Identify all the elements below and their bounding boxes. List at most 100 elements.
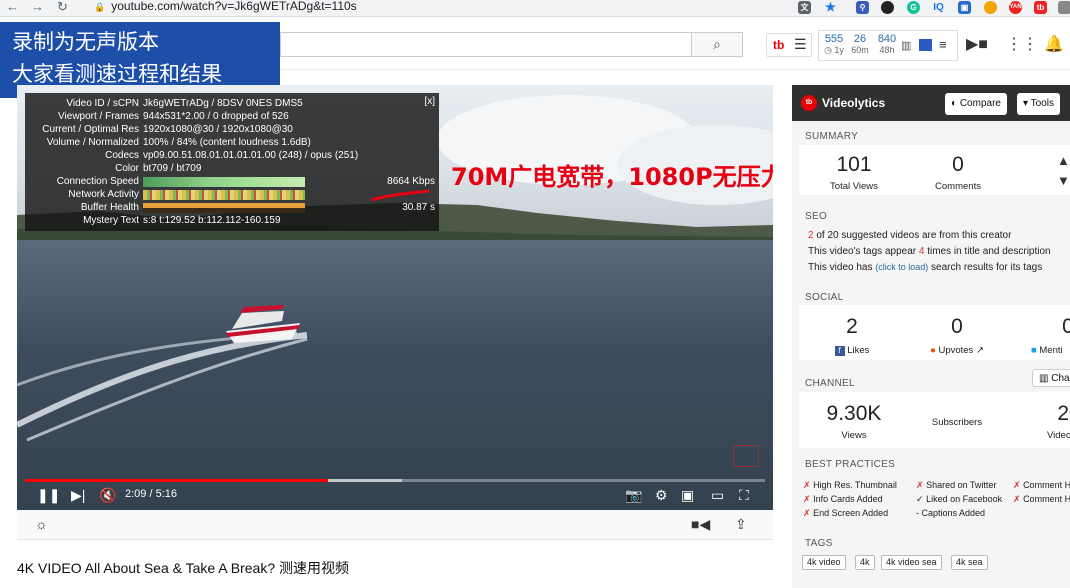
stats-row: Color bt709 / bt709 [115, 163, 202, 174]
below-video-toolbar: ☼ ■◀ ⇪ [17, 510, 773, 540]
bp-end-screen-added: ✗ End Screen Added [803, 508, 889, 518]
iq-icon[interactable]: IQ [932, 1, 945, 14]
tag-item[interactable]: 4k video [802, 555, 846, 570]
channel-card: 9.30K Views Subscribers 20 Video [799, 392, 1070, 448]
notifications-bell-icon[interactable]: 🔔 [1044, 34, 1064, 54]
mute-icon[interactable]: 🔇 [99, 487, 116, 503]
search-icon: ⌕ [713, 36, 721, 52]
tag-item[interactable]: 4k sea [951, 555, 988, 570]
caption-line-1: 录制为无声版本 [12, 30, 159, 54]
address-bar[interactable]: 🔒 youtube.com/watch?v=Jk6gWETrADg&t=110s [82, 0, 782, 16]
seo-line-1: 2 of 20 suggested videos are from this c… [808, 230, 1012, 241]
tools-button[interactable]: ▾ Tools [1017, 93, 1060, 115]
thumbs-down-icon: ▼ [1057, 173, 1070, 188]
channel-videos-value: 20 [1057, 402, 1070, 425]
channel-views-value: 9.30K [826, 402, 882, 425]
settings-hd-icon[interactable]: ⚙ [655, 487, 668, 503]
stats-row-connection-speed: Connection Speed 8664 Kbps [56, 176, 435, 187]
stats-row: Codecs vp09.00.51.08.01.01.01.01.00 (248)… [105, 150, 359, 161]
channel-chart-button[interactable]: ▥ Cha [1032, 369, 1070, 387]
compare-icon: ◐ [951, 98, 960, 109]
comments-value: 0 [952, 153, 964, 176]
lock-icon: 🔒 [94, 2, 106, 12]
hamburger-icon: ☰ [794, 36, 807, 52]
star-icon[interactable]: ★ [824, 1, 837, 14]
boat [226, 305, 300, 343]
speed-annotation: 70M广电宽带，1080P无压力 [451, 163, 773, 191]
bp-info-cards-added: ✗ Info Cards Added [803, 494, 883, 504]
screenshot-icon[interactable]: ▣ [958, 1, 971, 14]
total-views-label: Total Views [830, 181, 878, 192]
videolytics-header: tb Videolytics ◐ Compare ▾ Tools [792, 85, 1070, 121]
reload-icon[interactable]: ↻ [57, 0, 68, 14]
theater-mode-icon[interactable]: ▭ [711, 487, 724, 503]
twitter-icon: ■ [1031, 345, 1037, 356]
tubebuddy-logo: tb [773, 38, 785, 52]
upvotes-value: 0 [951, 315, 963, 338]
bar-chart-icon[interactable]: ▥ [901, 39, 911, 52]
stat-value: 26 [853, 33, 867, 45]
social-card: 2 f Likes 0 ● Upvotes ↗ 0 ■ Menti [799, 305, 1070, 360]
tubebuddy-menu-button[interactable]: tb ☰ [766, 33, 812, 57]
create-video-icon[interactable]: ▶■ [966, 34, 988, 54]
fullscreen-icon[interactable]: ⛶ [739, 487, 749, 503]
stats-row: Viewport / Frames 944x531*2.00 / 0 droppe… [58, 111, 289, 122]
apps-grid-icon[interactable]: ⋮⋮ [1006, 34, 1038, 54]
facebook-icon: f [834, 346, 845, 356]
stat-60m: 26 60m [847, 33, 873, 56]
progress-bar[interactable] [25, 479, 765, 482]
videolytics-title: Videolytics [822, 96, 886, 110]
video-player[interactable]: [x] Video ID / sCPN Jk6gWETrADg / 8DSV 0N… [17, 85, 773, 510]
share-icon[interactable]: ⇪ [735, 516, 747, 533]
tubebuddy-logo-icon: tb [801, 95, 817, 111]
subscribers-label: Subscribers [931, 417, 983, 428]
total-views-value: 101 [836, 153, 872, 176]
video-title: 4K VIDEO All About Sea & Take A Break? 测… [17, 560, 350, 576]
list-icon[interactable]: ≡ [939, 37, 947, 52]
tag-item[interactable]: 4k video sea [881, 555, 942, 570]
back-icon[interactable]: ← [6, 0, 19, 14]
next-icon[interactable]: ▶| [71, 487, 85, 503]
yandex-icon[interactable]: YAN [1009, 1, 1022, 14]
search-button[interactable]: ⌕ [691, 32, 743, 57]
click-to-load-link[interactable]: (click to load) [875, 262, 928, 272]
bp-captions-added: - Captions Added [916, 508, 986, 518]
mentions-value: 0 [1062, 315, 1070, 338]
grammarly-icon[interactable]: G [907, 1, 920, 14]
flag-icon[interactable] [919, 39, 932, 51]
miniplayer-icon[interactable]: ▣ [681, 487, 694, 503]
channel-views-label: Views [841, 430, 867, 441]
buffer-health-graph [143, 203, 305, 213]
menu-icon[interactable] [1058, 1, 1070, 14]
upvotes-label[interactable]: ● Upvotes ↗ [922, 345, 992, 356]
stats-row: Video ID / sCPN Jk6gWETrADg / 8DSV 0NES D… [66, 98, 303, 109]
stat-value: 555 [824, 33, 844, 45]
video-camera-icon[interactable]: ■◀ [691, 516, 710, 533]
bp-comment-h-2: ✗ Comment H [1013, 494, 1070, 504]
browser-toolbar: ← → ↻ 🔒 youtube.com/watch?v=Jk6gWETrADg&t… [0, 0, 1070, 17]
bp-high-res-thumbnail: ✗ High Res. Thumbnail [803, 480, 897, 490]
pause-icon[interactable]: ❚❚ [37, 487, 60, 503]
dark-icon[interactable] [881, 1, 894, 14]
mentions-label: ■ Menti [1031, 345, 1063, 356]
tags-heading: TAGS [805, 538, 833, 549]
tubebuddy-icon[interactable]: tb [1034, 1, 1047, 14]
network-activity-graph [143, 190, 305, 200]
channel-heading: CHANNEL [805, 378, 855, 389]
summary-card: 101 Total Views 0 Comments ▲ ▼ [799, 145, 1070, 195]
best-practices-heading: BEST PRACTICES [805, 459, 896, 470]
seo-line-2: This video's tags appear 4 times in titl… [808, 246, 1051, 257]
likes-label: f Likes [817, 345, 887, 356]
compare-button[interactable]: ◐ Compare [945, 93, 1007, 115]
progress-played [25, 479, 329, 482]
tag-item[interactable]: 4k [855, 555, 875, 570]
camera-icon[interactable]: 📷 [625, 487, 642, 503]
search-input[interactable] [280, 32, 691, 57]
channel-stats-widget[interactable]: 555 ◷ 1y 26 60m 840 48h ▥ ≡ [818, 30, 958, 61]
person-icon[interactable]: ⚲ [856, 1, 869, 14]
light-icon[interactable]: ☼ [35, 516, 48, 532]
stats-row: Volume / Normalized 100% / 84% (content l… [46, 137, 311, 148]
color-icon[interactable] [984, 1, 997, 14]
forward-icon[interactable]: → [31, 0, 44, 14]
translate-icon[interactable]: 文 [798, 1, 811, 14]
